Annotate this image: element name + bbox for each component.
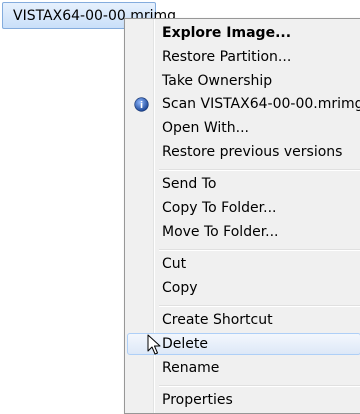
menu-item-label: Cut — [162, 256, 187, 272]
menu-item-label: Copy To Folder... — [162, 200, 277, 216]
menu-item-label: Restore Partition... — [162, 49, 292, 65]
menu-item-open-with[interactable]: Open With... — [127, 117, 360, 139]
menu-item-label: Copy — [162, 280, 198, 296]
menu-item-label: Move To Folder... — [162, 224, 279, 240]
menu-item-label: Take Ownership — [162, 73, 273, 89]
menu-item-label: Restore previous versions — [162, 144, 343, 160]
mouse-cursor-icon — [147, 334, 161, 355]
svg-text:i: i — [140, 101, 143, 111]
menu-separator — [159, 305, 360, 307]
menu-item-explore-image[interactable]: Explore Image... — [127, 22, 360, 44]
menu-item-label: Rename — [162, 360, 220, 376]
menu-item-scan[interactable]: i Scan VISTAX64-00-00.mrimg — [127, 93, 360, 115]
menu-item-label: Create Shortcut — [162, 312, 273, 328]
menu-item-restore-partition[interactable]: Restore Partition... — [127, 46, 360, 68]
menu-separator — [159, 169, 360, 171]
menu-item-label: Explore Image... — [162, 25, 292, 41]
menu-item-label: Open With... — [162, 120, 249, 136]
menu-item-copy[interactable]: Copy — [127, 277, 360, 299]
menu-item-restore-previous-versions[interactable]: Restore previous versions — [127, 141, 360, 163]
menu-item-move-to-folder[interactable]: Move To Folder... — [127, 221, 360, 243]
menu-item-copy-to-folder[interactable]: Copy To Folder... — [127, 197, 360, 219]
menu-item-label: Delete — [162, 336, 208, 352]
antivirus-scan-icon: i — [134, 97, 149, 112]
menu-item-cut[interactable]: Cut — [127, 253, 360, 275]
menu-separator — [159, 385, 360, 387]
menu-item-properties[interactable]: Properties — [127, 389, 360, 411]
menu-item-take-ownership[interactable]: Take Ownership — [127, 70, 360, 92]
menu-item-label: Scan VISTAX64-00-00.mrimg — [162, 96, 360, 112]
menu-item-label: Properties — [162, 392, 233, 408]
menu-item-send-to[interactable]: Send To — [127, 173, 360, 195]
menu-item-delete[interactable]: Delete — [127, 333, 360, 355]
menu-separator — [159, 249, 360, 251]
menu-item-create-shortcut[interactable]: Create Shortcut — [127, 309, 360, 331]
menu-item-rename[interactable]: Rename — [127, 357, 360, 379]
menu-item-label: Send To — [162, 176, 217, 192]
